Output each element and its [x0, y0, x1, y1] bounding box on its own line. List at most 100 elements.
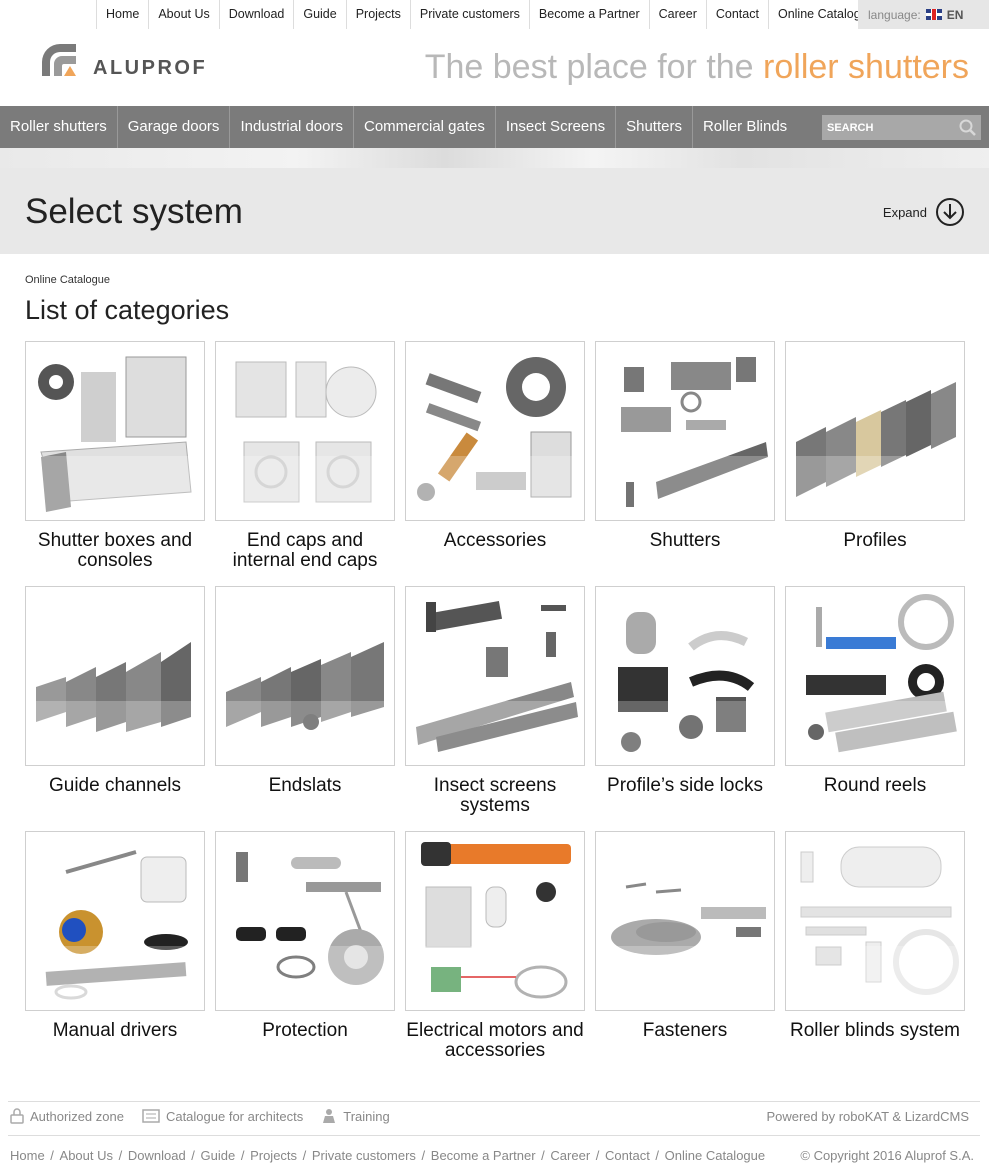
- top-nav-about-us[interactable]: About Us: [148, 0, 218, 29]
- nav-roller-shutters[interactable]: Roller shutters: [0, 106, 118, 148]
- search-input[interactable]: [822, 115, 952, 140]
- category-card[interactable]: Accessories: [405, 341, 585, 551]
- nav-commercial-gates[interactable]: Commercial gates: [354, 106, 496, 148]
- top-nav-guide[interactable]: Guide: [293, 0, 345, 29]
- top-nav-download[interactable]: Download: [218, 0, 294, 29]
- roller-blinds-image[interactable]: [785, 831, 965, 1011]
- category-card[interactable]: Profile’s side locks: [595, 586, 775, 796]
- top-navigation: Home About Us Download Guide Projects Pr…: [96, 0, 884, 29]
- category-label[interactable]: Roller blinds system: [785, 1021, 965, 1041]
- top-nav-private-customers[interactable]: Private customers: [409, 0, 529, 29]
- image-fade: [216, 946, 394, 1010]
- top-nav-contact[interactable]: Contact: [705, 0, 768, 29]
- category-card[interactable]: Fasteners: [595, 831, 775, 1041]
- page-title: List of categories: [25, 295, 230, 325]
- category-label[interactable]: Electrical motors and accessories: [405, 1021, 585, 1061]
- top-nav-projects[interactable]: Projects: [345, 0, 410, 29]
- shutters-image[interactable]: [595, 341, 775, 521]
- image-fade: [406, 456, 584, 520]
- footer-link-guide[interactable]: Guide: [201, 1148, 236, 1163]
- round-reels-image[interactable]: [785, 586, 965, 766]
- footer-link-private-customers[interactable]: Private customers: [312, 1148, 416, 1163]
- footer-divider: [8, 1135, 980, 1136]
- tagline: The best place for the roller shutters: [425, 48, 969, 87]
- category-label[interactable]: Protection: [215, 1021, 395, 1041]
- category-card[interactable]: End caps and internal end caps: [215, 341, 395, 571]
- category-card[interactable]: Round reels: [785, 586, 965, 796]
- side-locks-image[interactable]: [595, 586, 775, 766]
- category-label[interactable]: Shutter boxes and consoles: [25, 531, 205, 571]
- category-card[interactable]: Guide channels: [25, 586, 205, 796]
- top-nav-career[interactable]: Career: [648, 0, 706, 29]
- category-card[interactable]: Shutters: [595, 341, 775, 551]
- footer-link-about-us[interactable]: About Us: [60, 1148, 113, 1163]
- footer-link-contact[interactable]: Contact: [605, 1148, 650, 1163]
- endslats-image[interactable]: [215, 586, 395, 766]
- category-label[interactable]: Profile’s side locks: [595, 776, 775, 796]
- category-label[interactable]: Endslats: [215, 776, 395, 796]
- category-card[interactable]: Manual drivers: [25, 831, 205, 1041]
- image-fade: [596, 456, 774, 520]
- training-label: Training: [343, 1108, 390, 1124]
- nav-insect-screens[interactable]: Insect Screens: [496, 106, 617, 148]
- fasteners-image[interactable]: [595, 831, 775, 1011]
- category-label[interactable]: Manual drivers: [25, 1021, 205, 1041]
- select-system-panel: Select system Expand: [0, 168, 989, 254]
- nav-industrial-doors[interactable]: Industrial doors: [230, 106, 354, 148]
- insect-screens-image[interactable]: [405, 586, 585, 766]
- nav-roller-blinds[interactable]: Roller Blinds: [693, 106, 797, 148]
- nav-garage-doors[interactable]: Garage doors: [118, 106, 231, 148]
- guide-channels-image[interactable]: [25, 586, 205, 766]
- category-card[interactable]: Insect screens systems: [405, 586, 585, 816]
- authorized-zone-link[interactable]: Authorized zone: [10, 1108, 124, 1124]
- footer-link-home[interactable]: Home: [10, 1148, 45, 1163]
- aluprof-logo-mark-icon: [42, 44, 76, 76]
- category-label[interactable]: End caps and internal end caps: [215, 531, 395, 571]
- uk-flag-icon: [925, 9, 942, 20]
- nav-shutters[interactable]: Shutters: [616, 106, 693, 148]
- expand-button[interactable]: Expand: [883, 197, 965, 227]
- authorized-zone-label: Authorized zone: [30, 1108, 124, 1124]
- image-fade: [216, 456, 394, 520]
- shutter-boxes-image[interactable]: [25, 341, 205, 521]
- aluprof-logo[interactable]: ALUPROF: [40, 40, 240, 82]
- footer-link-download[interactable]: Download: [128, 1148, 186, 1163]
- category-card[interactable]: Protection: [215, 831, 395, 1041]
- protection-image[interactable]: [215, 831, 395, 1011]
- image-fade: [26, 946, 204, 1010]
- category-label[interactable]: Accessories: [405, 531, 585, 551]
- training-link[interactable]: Training: [321, 1108, 390, 1124]
- image-fade: [406, 701, 584, 765]
- profiles-image[interactable]: [785, 341, 965, 521]
- category-label[interactable]: Insect screens systems: [405, 776, 585, 816]
- footer-link-online-catalogue[interactable]: Online Catalogue: [665, 1148, 765, 1163]
- footer-link-become-a-partner[interactable]: Become a Partner: [431, 1148, 536, 1163]
- catalogue-for-architects-link[interactable]: Catalogue for architects: [142, 1108, 303, 1124]
- category-card[interactable]: Shutter boxes and consoles: [25, 341, 205, 571]
- category-label[interactable]: Profiles: [785, 531, 965, 551]
- top-nav-home[interactable]: Home: [96, 0, 148, 29]
- image-fade: [216, 701, 394, 765]
- category-label[interactable]: Fasteners: [595, 1021, 775, 1041]
- top-nav-become-a-partner[interactable]: Become a Partner: [528, 0, 649, 29]
- image-fade: [26, 701, 204, 765]
- footer-divider: [8, 1101, 980, 1102]
- category-card[interactable]: Profiles: [785, 341, 965, 551]
- category-label[interactable]: Round reels: [785, 776, 965, 796]
- category-label[interactable]: Guide channels: [25, 776, 205, 796]
- electrical-motors-image[interactable]: [405, 831, 585, 1011]
- search-icon[interactable]: [959, 119, 976, 136]
- language-selector[interactable]: language: EN: [858, 0, 989, 29]
- category-card[interactable]: Roller blinds system: [785, 831, 965, 1041]
- category-label[interactable]: Shutters: [595, 531, 775, 551]
- manual-drivers-image[interactable]: [25, 831, 205, 1011]
- footer-link-career[interactable]: Career: [550, 1148, 590, 1163]
- category-card[interactable]: Endslats: [215, 586, 395, 796]
- footer-link-projects[interactable]: Projects: [250, 1148, 297, 1163]
- end-caps-image[interactable]: [215, 341, 395, 521]
- breadcrumb[interactable]: Online Catalogue: [25, 274, 110, 286]
- copyright: © Copyright 2016 Aluprof S.A.: [800, 1148, 974, 1163]
- accessories-image[interactable]: [405, 341, 585, 521]
- category-card[interactable]: Electrical motors and accessories: [405, 831, 585, 1061]
- powered-by[interactable]: Powered by roboKAT & LizardCMS: [766, 1109, 969, 1124]
